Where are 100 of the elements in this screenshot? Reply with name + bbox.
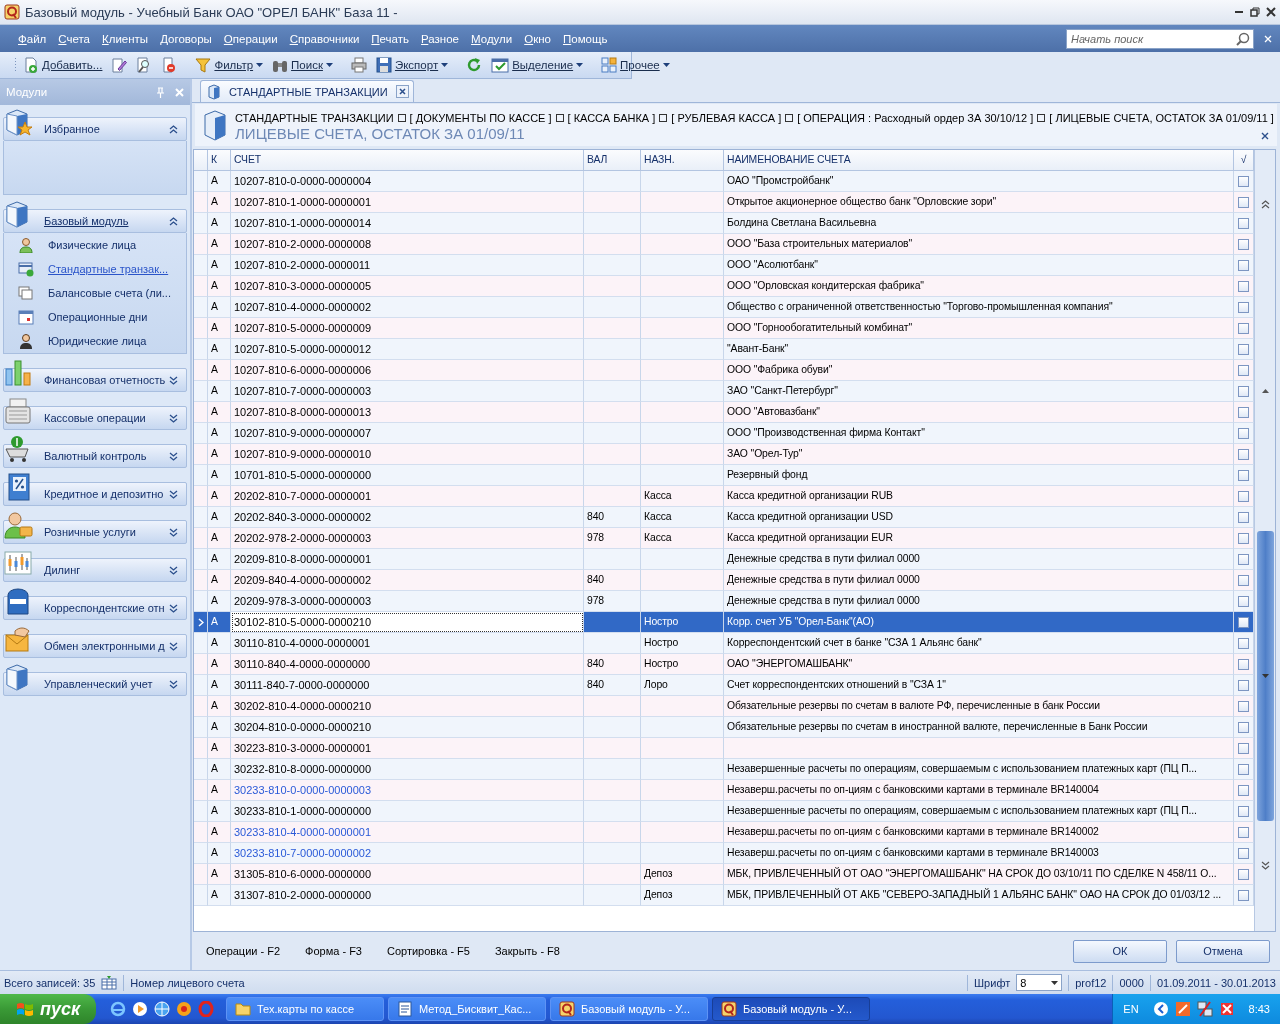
document-tab[interactable]: СТАНДАРТНЫЕ ТРАНЗАКЦИИ	[200, 80, 414, 102]
ok-button[interactable]: ОК	[1073, 939, 1167, 963]
taskbar-button[interactable]: Базовый модуль - У...	[550, 997, 708, 1021]
checkbox[interactable]	[1238, 784, 1249, 796]
breadcrumb-item[interactable]: [ КАССА БАНКА ]	[567, 112, 656, 124]
module-label[interactable]: Избранное	[44, 123, 167, 135]
account-number[interactable]: 30102-810-5-0000-0000210	[234, 616, 371, 628]
shortcut-button[interactable]: Сортировка - F5	[386, 943, 470, 959]
expand-icon[interactable]	[169, 489, 178, 499]
checkbox[interactable]	[1238, 301, 1249, 313]
checkbox[interactable]	[1238, 805, 1249, 817]
checkbox[interactable]	[1238, 322, 1249, 334]
checkbox[interactable]	[1238, 532, 1249, 544]
module-label[interactable]: Кредитное и депозитно	[44, 488, 167, 500]
checkbox[interactable]	[1238, 469, 1249, 481]
menu-item[interactable]: Операции	[217, 30, 284, 47]
checkbox[interactable]	[1238, 385, 1249, 397]
checkbox[interactable]	[1238, 280, 1249, 292]
expand-icon[interactable]	[169, 413, 178, 423]
checkbox[interactable]	[1238, 343, 1249, 355]
module-label[interactable]: Валютный контроль	[44, 450, 167, 462]
toolbar-button[interactable]: Добавить...	[20, 55, 106, 75]
module-label[interactable]: Кассовые операции	[44, 412, 167, 424]
checkbox[interactable]	[1238, 847, 1249, 859]
expand-icon[interactable]	[169, 451, 178, 461]
breadcrumb-item[interactable]: СТАНДАРТНЫЕ ТРАНЗАКЦИИ	[235, 112, 394, 124]
checkbox[interactable]	[1238, 721, 1249, 733]
module-link[interactable]: Операционные дни	[48, 311, 148, 323]
toolbar-button[interactable]: Фильтр	[192, 55, 267, 75]
checkbox[interactable]	[1238, 511, 1249, 523]
column-header[interactable]: СЧЕТ	[231, 150, 584, 171]
scrollbar[interactable]	[1254, 150, 1275, 931]
module-label[interactable]: Обмен электронными д	[44, 640, 167, 652]
toolbar-button[interactable]: Прочее	[598, 55, 673, 75]
module-link[interactable]: Балансовые счета (ли...	[48, 287, 171, 299]
checkbox[interactable]	[1238, 259, 1249, 271]
module-header[interactable]: Валютный контроль	[3, 444, 187, 468]
menu-item[interactable]: Договоры	[154, 30, 218, 47]
module-link[interactable]: Юридические лица	[48, 335, 147, 347]
checkbox[interactable]	[1238, 595, 1249, 607]
taskbar-button[interactable]: Тех.карты по кассе	[226, 997, 384, 1021]
module-label[interactable]: Финансовая отчетность	[44, 374, 167, 386]
module-link[interactable]: Физические лица	[48, 239, 137, 251]
module-label[interactable]: Дилинг	[44, 564, 167, 576]
module-header[interactable]: Избранное	[3, 117, 187, 141]
menu-item[interactable]: Клиенты	[96, 30, 155, 47]
checkbox[interactable]	[1238, 175, 1249, 187]
checkbox[interactable]	[1238, 679, 1249, 691]
column-header[interactable]: НАИМЕНОВАНИЕ СЧЕТА	[724, 150, 1234, 171]
expand-icon[interactable]	[169, 565, 178, 575]
start-button[interactable]: пуск	[0, 994, 96, 1024]
checkbox[interactable]	[1238, 868, 1249, 880]
taskbar-button[interactable]: Метод_Бисквит_Кас...	[388, 997, 546, 1021]
shortcut-button[interactable]: Форма - F3	[305, 943, 362, 959]
checkbox[interactable]	[1238, 406, 1249, 418]
checkbox[interactable]	[1238, 196, 1249, 208]
column-header[interactable]: НАЗН.	[641, 150, 724, 171]
menu-item[interactable]: Разное	[415, 30, 465, 47]
checkbox[interactable]	[1238, 700, 1249, 712]
module-header[interactable]: Управленческий учет	[3, 672, 187, 696]
taskbar-button[interactable]: Базовый модуль - У...	[712, 997, 870, 1021]
checkbox[interactable]	[1238, 742, 1249, 754]
module-header[interactable]: Корреспондентские отн	[3, 596, 187, 620]
checkbox[interactable]	[1238, 658, 1249, 670]
checkbox[interactable]	[1238, 238, 1249, 250]
checkbox[interactable]	[1238, 217, 1249, 229]
menu-item[interactable]: Справочники	[283, 30, 366, 47]
checkbox[interactable]	[1238, 889, 1249, 901]
module-header[interactable]: Кредитное и депозитно	[3, 482, 187, 506]
checkbox[interactable]	[1238, 616, 1249, 628]
row-header[interactable]	[194, 612, 208, 633]
expand-icon[interactable]	[169, 375, 178, 385]
breadcrumb-item[interactable]: [ РУБЛЕВАЯ КАССА ]	[671, 112, 782, 124]
toolbar-button[interactable]: Выделение	[488, 55, 587, 75]
column-header[interactable]: К	[208, 150, 231, 171]
module-header[interactable]: Базовый модуль	[3, 209, 187, 233]
module-header[interactable]: Розничные услуги	[3, 520, 187, 544]
checkbox[interactable]	[1238, 574, 1249, 586]
module-header[interactable]: Финансовая отчетность	[3, 368, 187, 392]
toolbar-button[interactable]: Поиск	[269, 55, 336, 75]
shortcut-button[interactable]: Операции - F2	[206, 943, 281, 959]
column-header[interactable]: √	[1234, 150, 1254, 171]
checkbox[interactable]	[1238, 427, 1249, 439]
column-header[interactable]: ВАЛ	[584, 150, 641, 171]
menu-item[interactable]: Счета	[52, 30, 96, 47]
collapse-icon[interactable]	[169, 216, 178, 226]
menu-item[interactable]: Окно	[518, 30, 557, 47]
font-size-dropdown[interactable]: 8	[1016, 974, 1063, 991]
close-tab-button[interactable]	[395, 85, 409, 98]
module-label[interactable]: Базовый модуль	[44, 215, 167, 227]
search-field[interactable]: Начать поиск	[1066, 28, 1254, 49]
checkbox[interactable]	[1238, 826, 1249, 838]
menu-item[interactable]: Файл	[12, 30, 53, 47]
cancel-button[interactable]: Отмена	[1176, 939, 1270, 963]
module-link[interactable]: Стандартные транзак...	[48, 263, 169, 275]
breadcrumb-item[interactable]: [ ЛИЦЕВЫЕ СЧЕТА, ОСТАТОК ЗА 01/09/11 ]	[1049, 112, 1274, 124]
expand-icon[interactable]	[169, 641, 178, 651]
module-label[interactable]: Корреспондентские отн	[44, 602, 167, 614]
expand-icon[interactable]	[169, 527, 178, 537]
checkbox[interactable]	[1238, 637, 1249, 649]
